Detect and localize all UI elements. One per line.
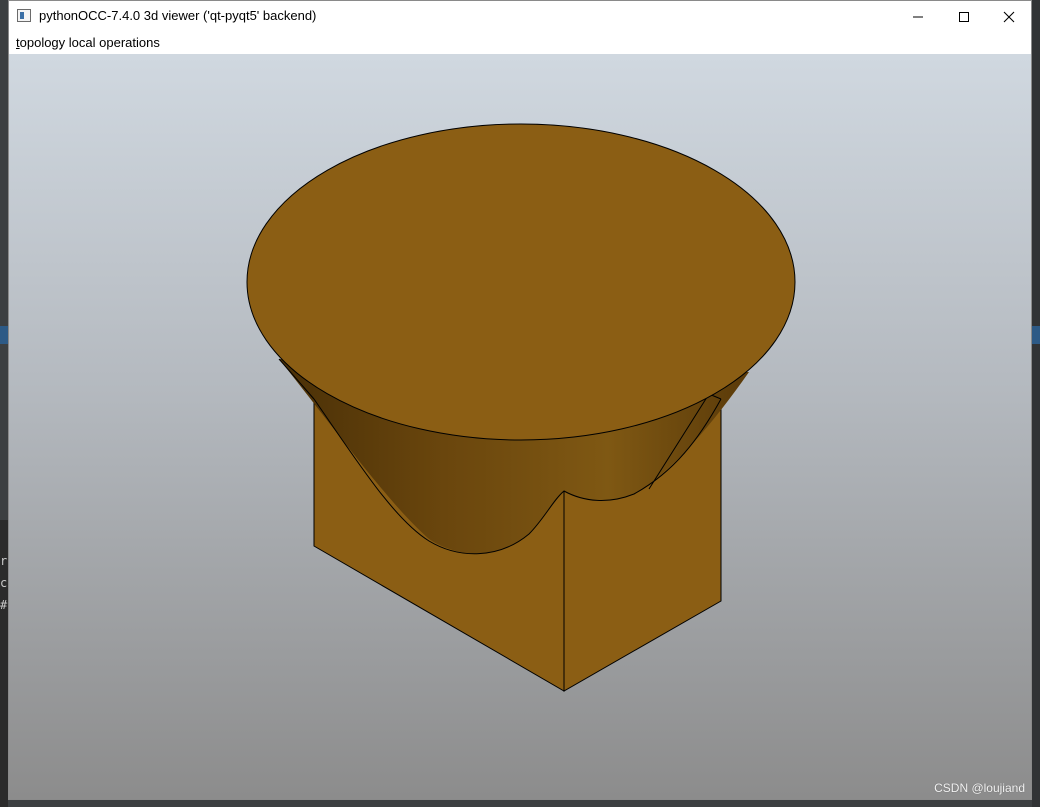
window-title: pythonOCC-7.4.0 3d viewer ('qt-pyqt5' ba… <box>39 8 317 23</box>
background-text-fragment: cc <box>0 576 8 590</box>
menu-topology-local-operations[interactable]: topology local operations <box>16 35 160 50</box>
close-button[interactable] <box>986 1 1032 32</box>
background-selection-strip-right <box>1032 326 1040 344</box>
3d-model-view <box>246 123 796 692</box>
background-right-panel <box>1032 0 1040 807</box>
minimize-button[interactable] <box>895 1 941 32</box>
minimize-icon <box>913 16 923 17</box>
title-bar[interactable]: pythonOCC-7.4.0 3d viewer ('qt-pyqt5' ba… <box>9 1 1031 32</box>
3d-viewport[interactable]: CSDN @loujiand <box>9 54 1031 799</box>
background-text-fragment: # <box>0 598 8 612</box>
app-window-icon[interactable] <box>17 9 31 22</box>
maximize-button[interactable] <box>941 1 987 32</box>
background-selection-strip <box>0 326 8 344</box>
background-text-fragment: r[ <box>0 554 8 568</box>
maximize-icon <box>959 11 969 22</box>
menu-bar: topology local operations <box>9 32 1031 54</box>
cone-top-face <box>246 123 796 441</box>
viewer-window: pythonOCC-7.4.0 3d viewer ('qt-pyqt5' ba… <box>8 0 1032 800</box>
close-icon <box>1003 11 1015 22</box>
menu-label: opology local operations <box>19 35 160 50</box>
watermark-text: CSDN @loujiand <box>934 781 1025 795</box>
